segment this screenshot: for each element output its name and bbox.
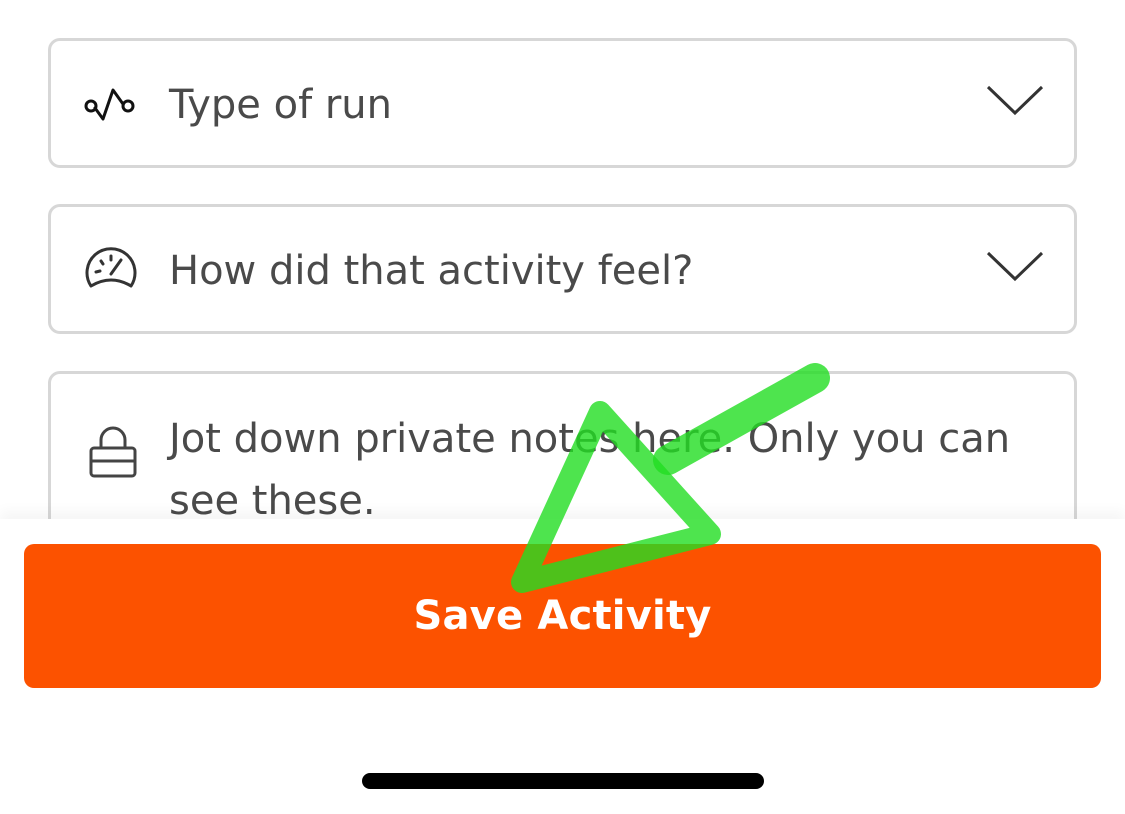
perceived-exertion-select[interactable]: How did that activity feel? xyxy=(48,204,1077,334)
save-activity-button[interactable]: Save Activity xyxy=(24,544,1101,688)
home-indicator[interactable] xyxy=(362,773,764,789)
run-type-select[interactable]: Type of run xyxy=(48,38,1077,168)
screen: Type of run How did that activity feel? … xyxy=(0,0,1125,814)
speedometer-icon xyxy=(85,247,137,288)
chevron-down-icon xyxy=(986,85,1044,116)
chevron-down-icon xyxy=(986,251,1044,282)
lock-icon xyxy=(89,426,137,478)
private-notes-placeholder: Jot down private notes here. Only you ca… xyxy=(169,416,1011,524)
workout-route-icon xyxy=(84,88,135,121)
run-type-label: Type of run xyxy=(169,82,393,128)
perceived-exertion-label: How did that activity feel? xyxy=(169,248,694,294)
